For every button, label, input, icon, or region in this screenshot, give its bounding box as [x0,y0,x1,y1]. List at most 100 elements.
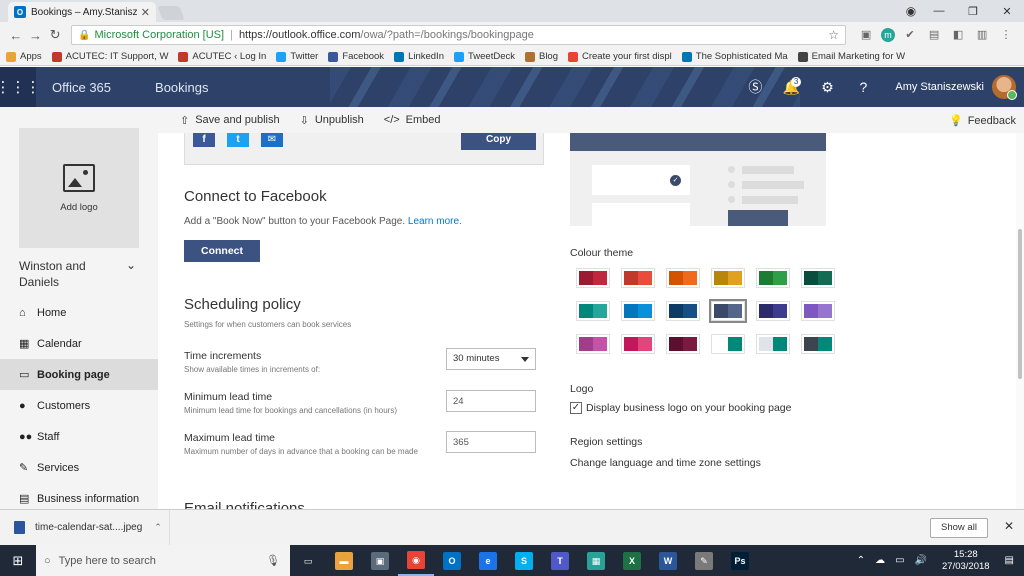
colour-swatch[interactable] [666,301,700,321]
user-name[interactable]: Amy Staniszewski [895,81,984,93]
back-icon[interactable]: ← [6,28,26,43]
taskbar-app-icon[interactable]: ◉ [398,545,434,576]
taskbar-app-icon[interactable]: ▬ [326,545,362,576]
download-item[interactable]: time-calendar-sat....jpeg ⌃ [0,509,170,546]
colour-swatch[interactable] [576,334,610,354]
windows-start-icon[interactable]: ⊞ [0,545,36,576]
show-all-button[interactable]: Show all [930,518,988,538]
colour-swatch[interactable] [711,334,745,354]
bookmark-item[interactable]: Email Marketing for W [797,51,905,62]
chevron-up-icon[interactable]: ⌃ [857,555,865,566]
url-field[interactable]: 🔒 Microsoft Corporation [US] | https://o… [71,25,847,45]
colour-swatch[interactable] [666,334,700,354]
email-share-icon[interactable]: ✉ [261,133,283,147]
min-lead-input[interactable] [446,390,536,412]
colour-swatch[interactable] [621,268,655,288]
add-logo-button[interactable]: Add logo [19,128,139,248]
taskbar-app-icon[interactable]: ✎ [686,545,722,576]
chevron-up-icon[interactable]: ⌃ [154,522,162,533]
skype-icon[interactable]: Ⓢ [737,77,773,97]
sidebar-item-staff[interactable]: ●● Staff [0,421,158,452]
sidebar-item-home[interactable]: ⌂ Home [0,297,158,328]
extension-icon[interactable]: ◧ [949,28,967,42]
reload-icon[interactable]: ↻ [45,27,65,43]
colour-swatch[interactable] [756,268,790,288]
minimize-icon[interactable]: — [922,5,956,17]
restore-icon[interactable]: ❐ [956,5,990,18]
settings-gear-icon[interactable]: ⚙ [809,79,845,96]
extension-icon[interactable]: ✔ [901,28,919,42]
bookmark-item[interactable]: Apps [6,51,42,62]
action-center-icon[interactable]: ▤ [1005,555,1014,566]
colour-swatch[interactable] [801,334,835,354]
colour-swatch[interactable] [666,268,700,288]
bookmark-item[interactable]: Facebook [328,51,384,62]
learn-more-link[interactable]: Learn more. [408,216,462,227]
colour-swatch[interactable] [756,334,790,354]
bookmark-item[interactable]: Twitter [276,51,318,62]
bookmark-item[interactable]: Blog [524,51,558,62]
connect-button[interactable]: Connect [184,240,260,262]
taskbar-app-icon[interactable]: O [434,545,470,576]
embed-button[interactable]: </> Embed [384,114,441,126]
colour-swatch[interactable] [711,268,745,288]
copy-link-button[interactable]: Copy [461,133,536,150]
taskbar-app-icon[interactable]: S [506,545,542,576]
sidebar-item-services[interactable]: ✎ Services [0,452,158,483]
extension-icon[interactable]: ▥ [973,28,991,42]
save-and-publish-button[interactable]: ⇧ Save and publish [180,114,280,127]
close-tab-icon[interactable]: ✕ [141,6,150,19]
colour-swatch[interactable] [621,334,655,354]
taskbar-app-icon[interactable]: ▭ [290,545,326,576]
avatar[interactable] [992,75,1017,100]
clock[interactable]: 15:28 27/03/2018 [942,549,990,573]
bookmark-item[interactable]: TweetDeck [453,51,515,62]
sidebar-item-calendar[interactable]: ▦ Calendar [0,328,158,359]
colour-swatch[interactable] [576,268,610,288]
network-icon[interactable]: ▭ [895,555,904,566]
colour-swatch[interactable] [621,301,655,321]
new-tab-button[interactable] [157,6,185,20]
taskbar-app-icon[interactable]: T [542,545,578,576]
colour-swatch[interactable] [576,301,610,321]
time-increments-select[interactable]: 30 minutes [446,348,536,370]
browser-tab[interactable]: O Bookings – Amy.Stanisze ✕ [8,2,156,22]
sidebar-item-customers[interactable]: ● Customers [0,390,158,421]
microphone-icon[interactable]: 🎙 [266,554,280,567]
colour-swatch[interactable] [756,301,790,321]
extension-icon[interactable]: m [881,28,896,42]
bookmark-star-icon[interactable]: ☆ [828,28,839,42]
onedrive-icon[interactable]: ☁ [875,555,885,566]
feedback-button[interactable]: 💡 Feedback [949,114,1016,128]
scrollbar-thumb[interactable] [1018,229,1022,379]
colour-swatch[interactable] [801,301,835,321]
facebook-share-icon[interactable]: f [193,133,215,147]
forward-icon[interactable]: → [26,28,46,43]
display-logo-checkbox[interactable]: ✓ [570,402,582,414]
help-icon[interactable]: ? [845,79,881,95]
notifications-bell-icon[interactable]: 🔔 3 [773,76,809,96]
bookmark-item[interactable]: ACUTEC ‹ Log In [178,51,266,62]
max-lead-input[interactable] [446,431,536,453]
business-name[interactable]: Winston and Daniels [19,258,109,290]
colour-swatch[interactable] [801,268,835,288]
taskbar-app-icon[interactable]: W [650,545,686,576]
sidebar-item-booking-page[interactable]: ▭ Booking page [0,359,158,390]
bookmark-item[interactable]: The Sophisticated Ma [681,51,788,62]
profile-icon[interactable]: ◉ [900,4,922,18]
office-brand[interactable]: Office 365 [52,80,111,95]
twitter-share-icon[interactable]: t [227,133,249,147]
taskbar-search[interactable]: ○ Type here to search 🎙 [36,545,290,576]
bookmark-item[interactable]: ACUTEC: IT Support, W [51,51,168,62]
colour-swatch[interactable] [709,299,747,323]
bookmark-item[interactable]: LinkedIn [394,51,444,62]
chevron-down-icon[interactable]: ⌄ [126,258,136,272]
app-launcher-icon[interactable]: ⋮⋮⋮ [0,67,41,107]
app-name[interactable]: Bookings [155,80,208,95]
taskbar-app-icon[interactable]: Ps [722,545,758,576]
close-window-icon[interactable]: ✕ [990,5,1024,18]
menu-kebab-icon[interactable]: ⋮ [997,28,1015,42]
change-region-link[interactable]: Change language and time zone settings [570,457,761,469]
volume-icon[interactable]: 🔊 [915,555,927,566]
taskbar-app-icon[interactable]: ▦ [578,545,614,576]
